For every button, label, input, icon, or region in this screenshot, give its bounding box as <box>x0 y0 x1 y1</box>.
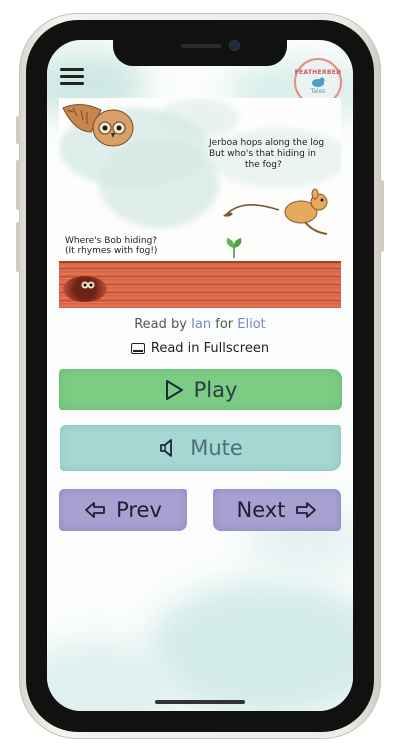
mute-label: Mute <box>190 436 243 460</box>
story-hint-1: Where's Bob hiding? <box>65 236 158 246</box>
arrow-left-icon <box>85 502 105 518</box>
prev-button[interactable]: Prev <box>59 489 187 531</box>
home-indicator[interactable] <box>155 700 245 704</box>
prev-label: Prev <box>116 498 162 522</box>
fullscreen-label: Read in Fullscreen <box>150 341 270 356</box>
jerboa-illustration <box>223 188 328 235</box>
story-hint-2: (It rhymes with fog!) <box>65 246 158 256</box>
play-button[interactable]: Play <box>59 369 342 410</box>
logo-title: FEATHERBED <box>294 69 342 76</box>
hamburger-menu-icon[interactable] <box>60 68 84 86</box>
story-line-1: Jerboa hops along the log <box>209 138 325 148</box>
reader-name-link[interactable]: Ian <box>191 317 211 332</box>
play-label: Play <box>193 377 238 402</box>
next-button[interactable]: Next <box>213 489 341 531</box>
speaker-icon <box>160 439 173 457</box>
mute-button[interactable]: Mute <box>60 425 341 471</box>
speaker-grille <box>181 44 221 48</box>
logo-subtitle: Tales <box>310 88 326 95</box>
listener-name-link[interactable]: Eliot <box>237 317 266 332</box>
arrow-right-icon <box>296 502 317 518</box>
reader-credit: Read by Ian for Eliot <box>0 317 400 332</box>
owl-illustration <box>62 104 134 147</box>
next-label: Next <box>236 498 286 522</box>
frog-eyes-illustration <box>81 281 95 289</box>
sprout-illustration <box>226 238 242 258</box>
fullscreen-icon <box>130 343 145 354</box>
story-line-3: the fog? <box>245 160 282 170</box>
play-icon <box>165 379 183 400</box>
phone-side-button <box>16 222 20 272</box>
phone-side-button <box>16 160 20 210</box>
front-camera <box>230 41 239 50</box>
story-illustration: Jerboa hops along the log But who's that… <box>59 98 341 308</box>
credit-prefix: Read by <box>134 317 192 332</box>
credit-middle: for <box>211 317 238 332</box>
story-line-2: But who's that hiding in <box>209 149 316 159</box>
phone-side-button <box>16 116 20 144</box>
phone-side-button <box>380 180 384 252</box>
bird-icon <box>312 77 326 87</box>
fullscreen-button[interactable]: Read in Fullscreen <box>0 341 400 356</box>
